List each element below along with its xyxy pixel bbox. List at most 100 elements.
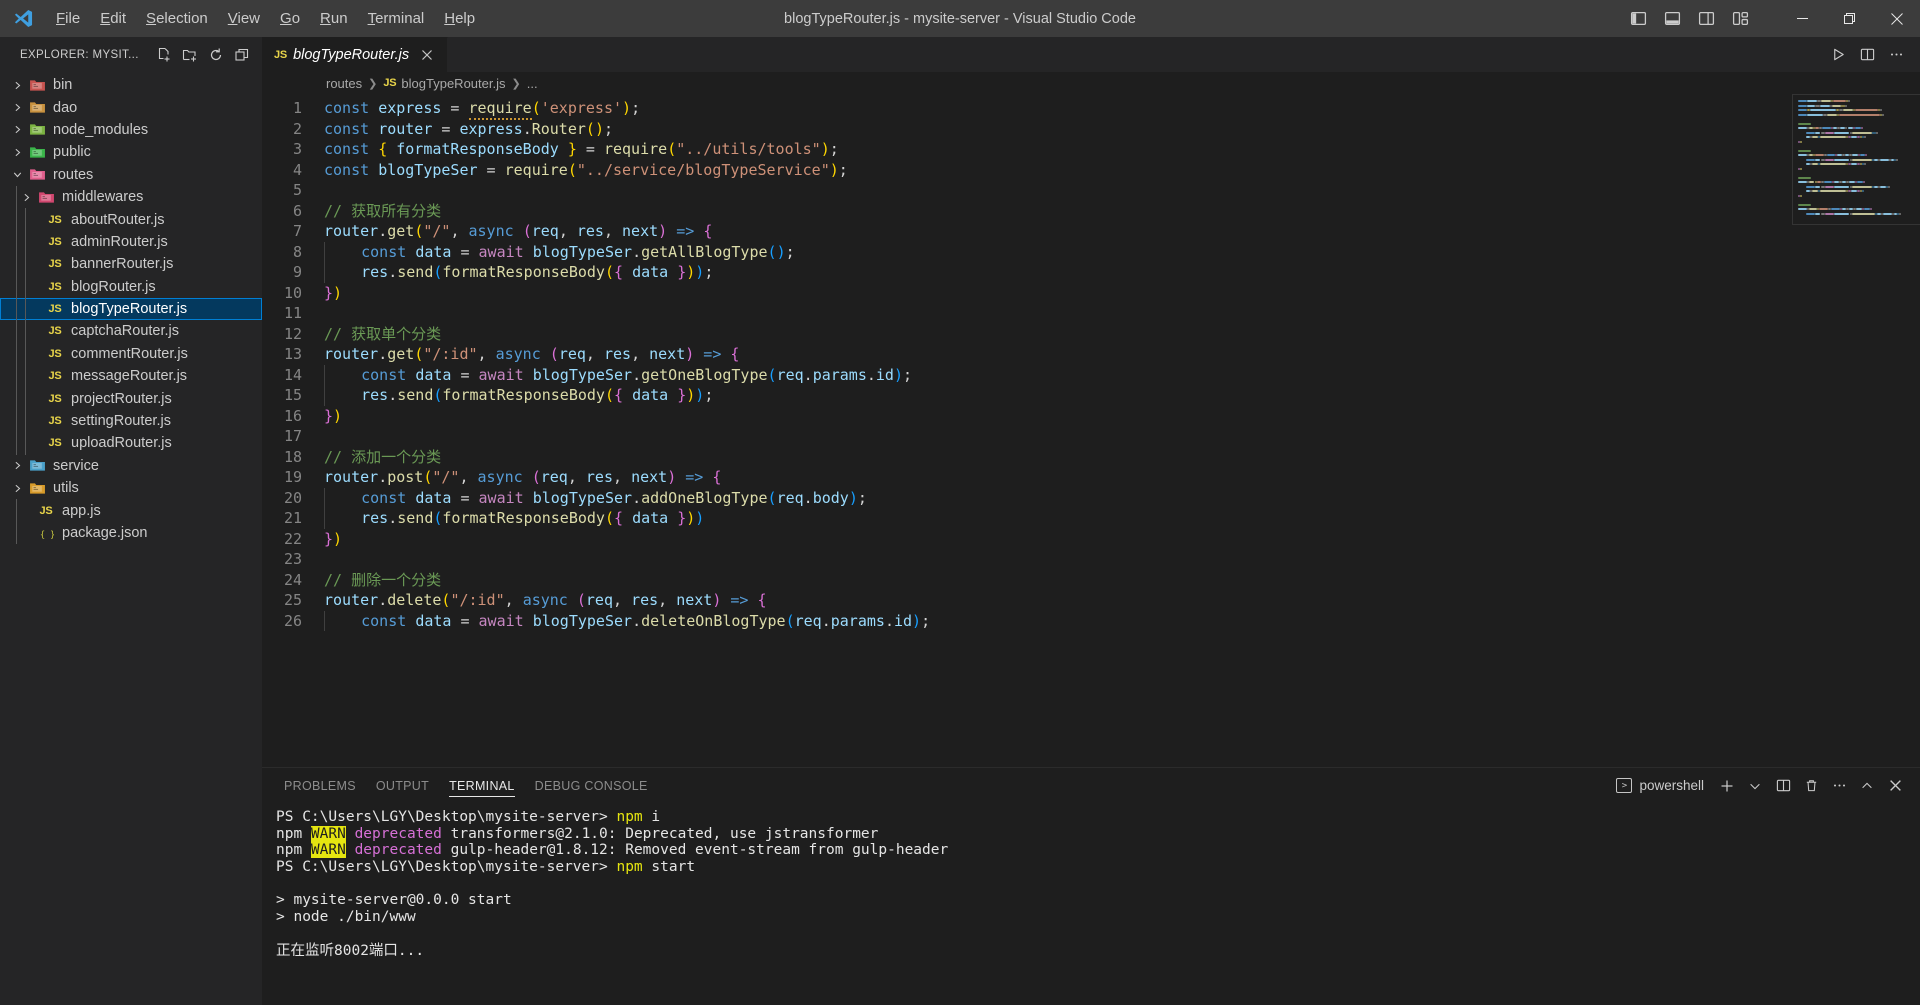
tree-file-messagerouter-js[interactable]: JS messageRouter.js [0, 365, 262, 388]
menu-run[interactable]: Run [310, 6, 358, 32]
menu-help[interactable]: Help [434, 6, 485, 32]
tree-folder-node-modules[interactable]: node_modules [0, 119, 262, 141]
code-line[interactable]: const blogTypeSer = require("../service/… [324, 160, 1792, 181]
chevron-right-icon[interactable] [8, 482, 26, 495]
code-line[interactable]: res.send(formatResponseBody({ data })); [324, 385, 1792, 406]
terminal-shell-selector[interactable]: > powershell [1608, 778, 1712, 793]
code-line[interactable]: const express = require('express'); [324, 98, 1792, 120]
editor-tab-blogtyperouter[interactable]: JS blogTypeRouter.js [262, 37, 449, 72]
maximize-restore-button[interactable] [1826, 0, 1873, 37]
close-panel-icon[interactable] [1882, 773, 1908, 799]
tree-folder-public[interactable]: public [0, 141, 262, 163]
code-line[interactable]: res.send(formatResponseBody({ data })); [324, 262, 1792, 283]
menu-edit[interactable]: Edit [90, 6, 136, 32]
code-line[interactable] [324, 303, 1792, 324]
refresh-explorer-icon[interactable] [204, 44, 228, 66]
menu-view[interactable]: View [218, 6, 270, 32]
tree-folder-bin[interactable]: bin [0, 74, 262, 96]
minimize-button[interactable] [1779, 0, 1826, 37]
explorer-actions[interactable] [152, 44, 254, 66]
code-line[interactable]: const data = await blogTypeSer.deleteOnB… [324, 610, 1792, 631]
panel-tab-problems[interactable]: PROBLEMS [274, 768, 366, 803]
tree-file-adminrouter-js[interactable]: JS adminRouter.js [0, 230, 262, 254]
breadcrumb[interactable]: routes ❯ JS blogTypeRouter.js ❯ ... [262, 72, 1920, 94]
tree-file-settingrouter-js[interactable]: JS settingRouter.js [0, 409, 262, 433]
code-line[interactable]: // 获取所有分类 [324, 201, 1792, 222]
panel-tabs[interactable]: PROBLEMS OUTPUT TERMINAL DEBUG CONSOLE [274, 768, 658, 803]
code-line[interactable]: const router = express.Router(); [324, 119, 1792, 140]
layout-controls[interactable] [1621, 4, 1757, 34]
panel-tab-output[interactable]: OUTPUT [366, 768, 439, 803]
terminal-profile-dropdown-icon[interactable] [1742, 773, 1768, 799]
tree-file-projectrouter-js[interactable]: JS projectRouter.js [0, 387, 262, 410]
chevron-right-icon[interactable] [17, 191, 35, 204]
breadcrumb-item-symbols[interactable]: ... [527, 76, 538, 91]
menu-terminal[interactable]: Terminal [358, 6, 435, 32]
minimap[interactable] [1792, 94, 1920, 767]
toggle-secondary-sidebar-icon[interactable] [1689, 4, 1723, 34]
code-line[interactable]: }) [324, 406, 1792, 427]
new-terminal-icon[interactable] [1714, 773, 1740, 799]
code-line[interactable] [324, 426, 1792, 447]
code-line[interactable]: // 添加一个分类 [324, 447, 1792, 468]
split-editor-icon[interactable] [1853, 41, 1881, 69]
code-viewport[interactable]: 1 2 3 4 5 6 7 8 9 10 11 12 13 14 15 16 17 18 19 20 21 22 23 24 2… [262, 94, 1792, 767]
maximize-panel-icon[interactable] [1854, 773, 1880, 799]
tree-file-bannerrouter-js[interactable]: JS bannerRouter.js [0, 253, 262, 276]
tree-folder-dao[interactable]: dao [0, 96, 262, 118]
tree-file-blogrouter-js[interactable]: JS blogRouter.js [0, 275, 262, 298]
menu-file[interactable]: File [46, 6, 90, 32]
chevron-right-icon[interactable] [8, 146, 26, 159]
source-code[interactable]: const express = require('express'); const… [324, 94, 1792, 767]
menu-selection[interactable]: Selection [136, 6, 218, 32]
code-line[interactable]: router.post("/", async (req, res, next) … [324, 467, 1792, 488]
code-line[interactable]: }) [324, 529, 1792, 550]
chevron-down-icon[interactable] [8, 168, 26, 181]
file-tree[interactable]: bin dao node_modules public routes middleware… [0, 72, 262, 1005]
panel-tab-terminal[interactable]: TERMINAL [439, 768, 525, 803]
terminal-output[interactable]: PS C:\Users\LGY\Desktop\mysite-server> n… [262, 803, 1920, 1005]
editor-actions[interactable] [1824, 37, 1920, 72]
split-terminal-icon[interactable] [1770, 773, 1796, 799]
code-line[interactable]: const data = await blogTypeSer.getOneBlo… [324, 364, 1792, 385]
customize-layout-icon[interactable] [1723, 4, 1757, 34]
tree-file-app-js[interactable]: JS app.js [0, 499, 262, 522]
code-line[interactable]: res.send(formatResponseBody({ data })) [324, 508, 1792, 529]
run-code-icon[interactable] [1824, 41, 1852, 69]
tree-file-package-json[interactable]: { } package.json [0, 521, 262, 545]
menu-go[interactable]: Go [270, 6, 310, 32]
tree-folder-middlewares[interactable]: middlewares [0, 185, 262, 209]
code-line[interactable]: // 删除一个分类 [324, 570, 1792, 591]
tree-file-commentrouter-js[interactable]: JS commentRouter.js [0, 342, 262, 366]
tree-file-aboutrouter-js[interactable]: JS aboutRouter.js [0, 208, 262, 231]
new-file-icon[interactable] [152, 44, 176, 66]
code-line[interactable]: const { formatResponseBody } = require("… [324, 139, 1792, 160]
new-folder-icon[interactable] [178, 44, 202, 66]
code-line[interactable] [324, 549, 1792, 570]
code-line[interactable]: router.get("/", async (req, res, next) =… [324, 221, 1792, 242]
minimap-slider[interactable] [1792, 94, 1920, 225]
chevron-right-icon[interactable] [8, 459, 26, 472]
breadcrumb-item-routes[interactable]: routes [326, 76, 362, 91]
tree-file-captcharouter-js[interactable]: JS captchaRouter.js [0, 320, 262, 343]
tree-folder-routes[interactable]: routes [0, 164, 262, 186]
collapse-folders-icon[interactable] [230, 44, 254, 66]
chevron-right-icon[interactable] [8, 123, 26, 136]
terminal-more-actions-icon[interactable] [1826, 773, 1852, 799]
breadcrumb-item-file[interactable]: JS blogTypeRouter.js [383, 76, 505, 91]
chevron-right-icon[interactable] [8, 101, 26, 114]
more-actions-icon[interactable] [1882, 41, 1910, 69]
close-button[interactable] [1873, 0, 1920, 37]
toggle-primary-sidebar-icon[interactable] [1621, 4, 1655, 34]
panel-tab-debug-console[interactable]: DEBUG CONSOLE [525, 768, 658, 803]
code-line[interactable] [324, 180, 1792, 201]
code-line[interactable]: router.get("/:id", async (req, res, next… [324, 344, 1792, 365]
tree-file-blogtyperouter-js[interactable]: JS blogTypeRouter.js [0, 297, 262, 321]
code-line[interactable]: router.delete("/:id", async (req, res, n… [324, 590, 1792, 611]
tree-file-uploadrouter-js[interactable]: JS uploadRouter.js [0, 432, 262, 455]
code-line[interactable]: }) [324, 283, 1792, 304]
code-line[interactable]: const data = await blogTypeSer.addOneBlo… [324, 487, 1792, 508]
panel-actions[interactable]: > powershell [1608, 768, 1920, 803]
close-tab-icon[interactable] [417, 45, 437, 65]
code-line[interactable]: const data = await blogTypeSer.getAllBlo… [324, 241, 1792, 262]
